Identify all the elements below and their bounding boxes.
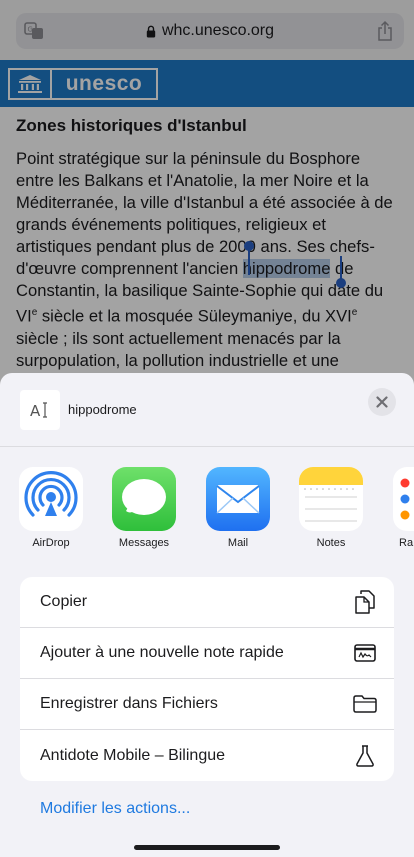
app-mail[interactable]: Mail [206, 467, 270, 549]
logo-text: unesco [65, 72, 143, 95]
close-button[interactable] [368, 388, 396, 416]
airdrop-icon [19, 467, 83, 531]
action-label: Enregistrer dans Fichiers [40, 695, 218, 712]
article-body: Point stratégique sur la péninsule du Bo… [16, 148, 400, 394]
action-antidote[interactable]: Antidote Mobile – Bilingue [20, 730, 394, 781]
action-label: Antidote Mobile – Bilingue [40, 746, 226, 764]
app-notes[interactable]: Notes [299, 467, 363, 549]
superscript-2: e [351, 307, 358, 318]
folder-icon [352, 691, 378, 717]
action-label: Copier [40, 593, 88, 610]
selection-start-handle[interactable] [244, 241, 254, 275]
address-bar[interactable]: G whc.unesco.org [16, 13, 404, 49]
edit-actions-link[interactable]: Modifier les actions... [40, 800, 190, 818]
action-copy[interactable]: Copier [20, 577, 394, 628]
share-icon[interactable] [376, 20, 394, 42]
messages-icon [112, 467, 176, 531]
app-label: Ra [399, 537, 414, 549]
copy-icon [352, 589, 378, 615]
shared-item-title: hippodrome [68, 402, 137, 417]
reminders-icon [393, 467, 414, 531]
notes-icon [299, 467, 363, 531]
app-label: AirDrop [32, 537, 70, 549]
browser-toolbar: G whc.unesco.org [0, 0, 414, 60]
action-save-to-files[interactable]: Enregistrer dans Fichiers [20, 679, 394, 730]
svg-text:G: G [28, 26, 33, 34]
article-title: Zones historiques d'Istanbul [16, 116, 247, 135]
quick-note-icon [352, 640, 378, 666]
mail-icon [206, 467, 270, 531]
close-icon [376, 396, 388, 408]
unesco-banner: unesco [0, 60, 414, 107]
url-text: whc.unesco.org [161, 22, 275, 39]
selection-end-handle[interactable] [336, 256, 346, 288]
actions-list: Copier Ajouter à une nouvelle note rapid… [20, 577, 394, 781]
action-quick-note[interactable]: Ajouter à une nouvelle note rapide [20, 628, 394, 679]
app-label: Messages [118, 537, 170, 549]
temple-icon [10, 70, 52, 98]
home-indicator [134, 845, 280, 850]
app-row: AirDrop Messages Mail Notes Ra [0, 467, 414, 557]
app-label: Notes [316, 537, 346, 549]
unesco-logo[interactable]: unesco [8, 68, 158, 100]
text-document-icon: A [20, 390, 60, 430]
article: Zones historiques d'Istanbul Point strat… [16, 116, 400, 394]
share-sheet-header: A hippodrome [0, 373, 414, 447]
action-label: Ajouter à une nouvelle note rapide [40, 644, 284, 661]
share-sheet: A hippodrome AirDrop Messages Mail Notes… [0, 373, 414, 857]
app-reminders[interactable]: Ra [393, 467, 414, 549]
selected-text[interactable]: hippodrome [242, 259, 331, 278]
lock-icon [146, 25, 156, 37]
app-label: Mail [227, 537, 249, 549]
flask-icon [352, 743, 378, 769]
translate-icon[interactable]: G [24, 22, 44, 40]
app-messages[interactable]: Messages [112, 467, 176, 549]
app-airdrop[interactable]: AirDrop [19, 467, 83, 549]
body-text-3: siècle et la mosquée Süleymaniye, du XVI [37, 306, 352, 326]
svg-text:A: A [30, 402, 41, 419]
